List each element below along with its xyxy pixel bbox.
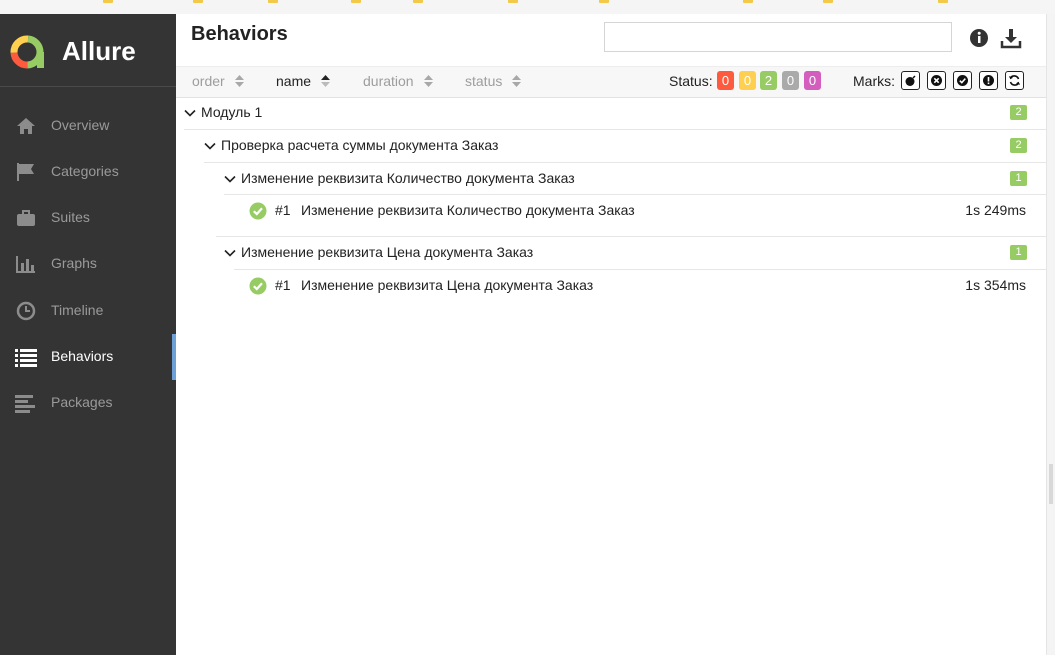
- bookmark-folder-icon[interactable]: [508, 0, 518, 3]
- bomb-icon: [905, 75, 916, 86]
- group-count-badge: 2: [1010, 105, 1027, 120]
- sort-label: name: [276, 73, 312, 89]
- home-icon: [17, 118, 35, 134]
- sidebar-item-label: Packages: [51, 394, 113, 410]
- sort-label: status: [465, 73, 503, 89]
- check-circle-icon: [249, 202, 267, 220]
- group-name: Проверка расчета суммы документа Заказ: [221, 137, 499, 153]
- sort-by-order[interactable]: order: [192, 73, 244, 89]
- status-passed-toggle[interactable]: 2: [760, 71, 777, 90]
- sort-label: order: [192, 73, 225, 89]
- test-name: Изменение реквизита Цена документа Заказ: [301, 277, 594, 293]
- sidebar-item-label: Suites: [51, 209, 90, 225]
- times-circle-icon: [931, 75, 942, 86]
- sort-label: duration: [363, 73, 414, 89]
- list-icon: [15, 349, 37, 367]
- sort-icon: [234, 75, 244, 87]
- group-name: Изменение реквизита Количество документа…: [241, 170, 575, 186]
- group-name: Модуль 1: [201, 104, 263, 120]
- sidebar-item-timeline[interactable]: Timeline: [0, 288, 176, 334]
- bookmark-folder-icon[interactable]: [823, 0, 833, 3]
- new-broken-mark-toggle[interactable]: [979, 71, 998, 90]
- app-name: Allure: [62, 36, 136, 66]
- chevron-down-icon: [204, 142, 216, 150]
- sidebar-item-graphs[interactable]: Graphs: [0, 241, 176, 287]
- status-skipped-toggle[interactable]: 0: [782, 71, 799, 90]
- bar-chart-icon: [16, 256, 35, 273]
- new-passed-mark-toggle[interactable]: [953, 71, 972, 90]
- chevron-down-icon: [184, 109, 196, 117]
- test-number: #1: [275, 202, 291, 218]
- group-count-badge: 1: [1010, 171, 1027, 186]
- briefcase-icon: [17, 210, 35, 226]
- sidebar-item-behaviors[interactable]: Behaviors: [0, 334, 176, 380]
- chevron-down-icon: [224, 175, 236, 183]
- bookmark-folder-icon[interactable]: [413, 0, 423, 3]
- test-case-row[interactable]: #1 Изменение реквизита Цена документа За…: [234, 270, 1030, 303]
- refresh-icon: [1009, 75, 1020, 86]
- clock-icon: [16, 301, 36, 321]
- marks-filter-label: Marks:: [853, 73, 895, 89]
- retries-mark-toggle[interactable]: [1005, 71, 1024, 90]
- sidebar-item-categories[interactable]: Categories: [0, 149, 176, 195]
- test-name: Изменение реквизита Количество документа…: [301, 202, 635, 218]
- check-circle-icon: [249, 277, 267, 295]
- bookmark-folder-icon[interactable]: [351, 0, 361, 3]
- allure-logo-icon: [10, 35, 44, 69]
- status-unknown-toggle[interactable]: 0: [804, 71, 821, 90]
- page-title: Behaviors: [191, 23, 288, 45]
- tree-group-case[interactable]: Изменение реквизита Количество документа…: [224, 163, 1030, 196]
- bookmark-folder-icon[interactable]: [743, 0, 753, 3]
- sidebar-item-label: Timeline: [51, 302, 104, 318]
- bookmark-folder-icon[interactable]: [193, 0, 203, 3]
- group-name: Изменение реквизита Цена документа Заказ: [241, 244, 534, 260]
- sort-by-duration[interactable]: duration: [363, 73, 433, 89]
- group-count-badge: 1: [1010, 245, 1027, 260]
- sort-icon: [512, 75, 522, 87]
- scrollbar-thumb[interactable]: [1049, 464, 1053, 504]
- sidebar-item-label: Behaviors: [51, 348, 114, 364]
- sidebar-item-label: Overview: [51, 117, 110, 133]
- sidebar: Allure Overview Categories Suites Graphs…: [0, 14, 176, 655]
- status-filter-label: Status:: [669, 73, 713, 89]
- info-icon[interactable]: [968, 27, 990, 49]
- sort-icon: [423, 75, 433, 87]
- sidebar-item-label: Categories: [51, 163, 119, 179]
- status-failed-toggle[interactable]: 0: [717, 71, 734, 90]
- tree-group-story[interactable]: Проверка расчета суммы документа Заказ 2: [204, 130, 1030, 163]
- bookmark-folder-icon[interactable]: [103, 0, 113, 3]
- flag-icon: [17, 163, 34, 181]
- sidebar-item-overview[interactable]: Overview: [0, 103, 176, 149]
- bookmark-folder-icon[interactable]: [599, 0, 609, 3]
- status-broken-toggle[interactable]: 0: [739, 71, 756, 90]
- sort-by-status[interactable]: status: [465, 73, 522, 89]
- exclamation-circle-icon: [983, 75, 994, 86]
- tree-group-case[interactable]: Изменение реквизита Цена документа Заказ…: [224, 237, 1030, 270]
- bookmarks-bar: [0, 0, 1055, 15]
- chevron-down-icon: [224, 249, 236, 257]
- bookmark-folder-icon[interactable]: [268, 0, 278, 3]
- main-panel: Behaviors order name duration status Sta…: [176, 14, 1046, 655]
- test-case-row[interactable]: #1 Изменение реквизита Количество докуме…: [234, 195, 1030, 228]
- sort-asc-icon: [321, 75, 331, 87]
- new-failed-mark-toggle[interactable]: [927, 71, 946, 90]
- download-icon[interactable]: [1000, 27, 1022, 49]
- bookmark-folder-icon[interactable]: [938, 0, 948, 3]
- test-duration: 1s 249ms: [965, 202, 1026, 218]
- sidebar-item-label: Graphs: [51, 255, 97, 271]
- group-count-badge: 2: [1010, 138, 1027, 153]
- sidebar-item-suites[interactable]: Suites: [0, 195, 176, 241]
- test-duration: 1s 354ms: [965, 277, 1026, 293]
- sort-by-name[interactable]: name: [276, 73, 331, 89]
- sidebar-item-packages[interactable]: Packages: [0, 380, 176, 426]
- test-number: #1: [275, 277, 291, 293]
- brand[interactable]: Allure: [0, 14, 176, 87]
- page-scrollbar[interactable]: [1046, 14, 1055, 655]
- search-input[interactable]: [604, 22, 952, 52]
- sort-toolbar: order name duration status Status: 0 0 2…: [176, 66, 1046, 98]
- align-left-icon: [15, 395, 35, 413]
- check-circle-icon: [957, 75, 968, 86]
- tree-group-feature[interactable]: Модуль 1 2: [184, 97, 1030, 130]
- flaky-mark-toggle[interactable]: [901, 71, 920, 90]
